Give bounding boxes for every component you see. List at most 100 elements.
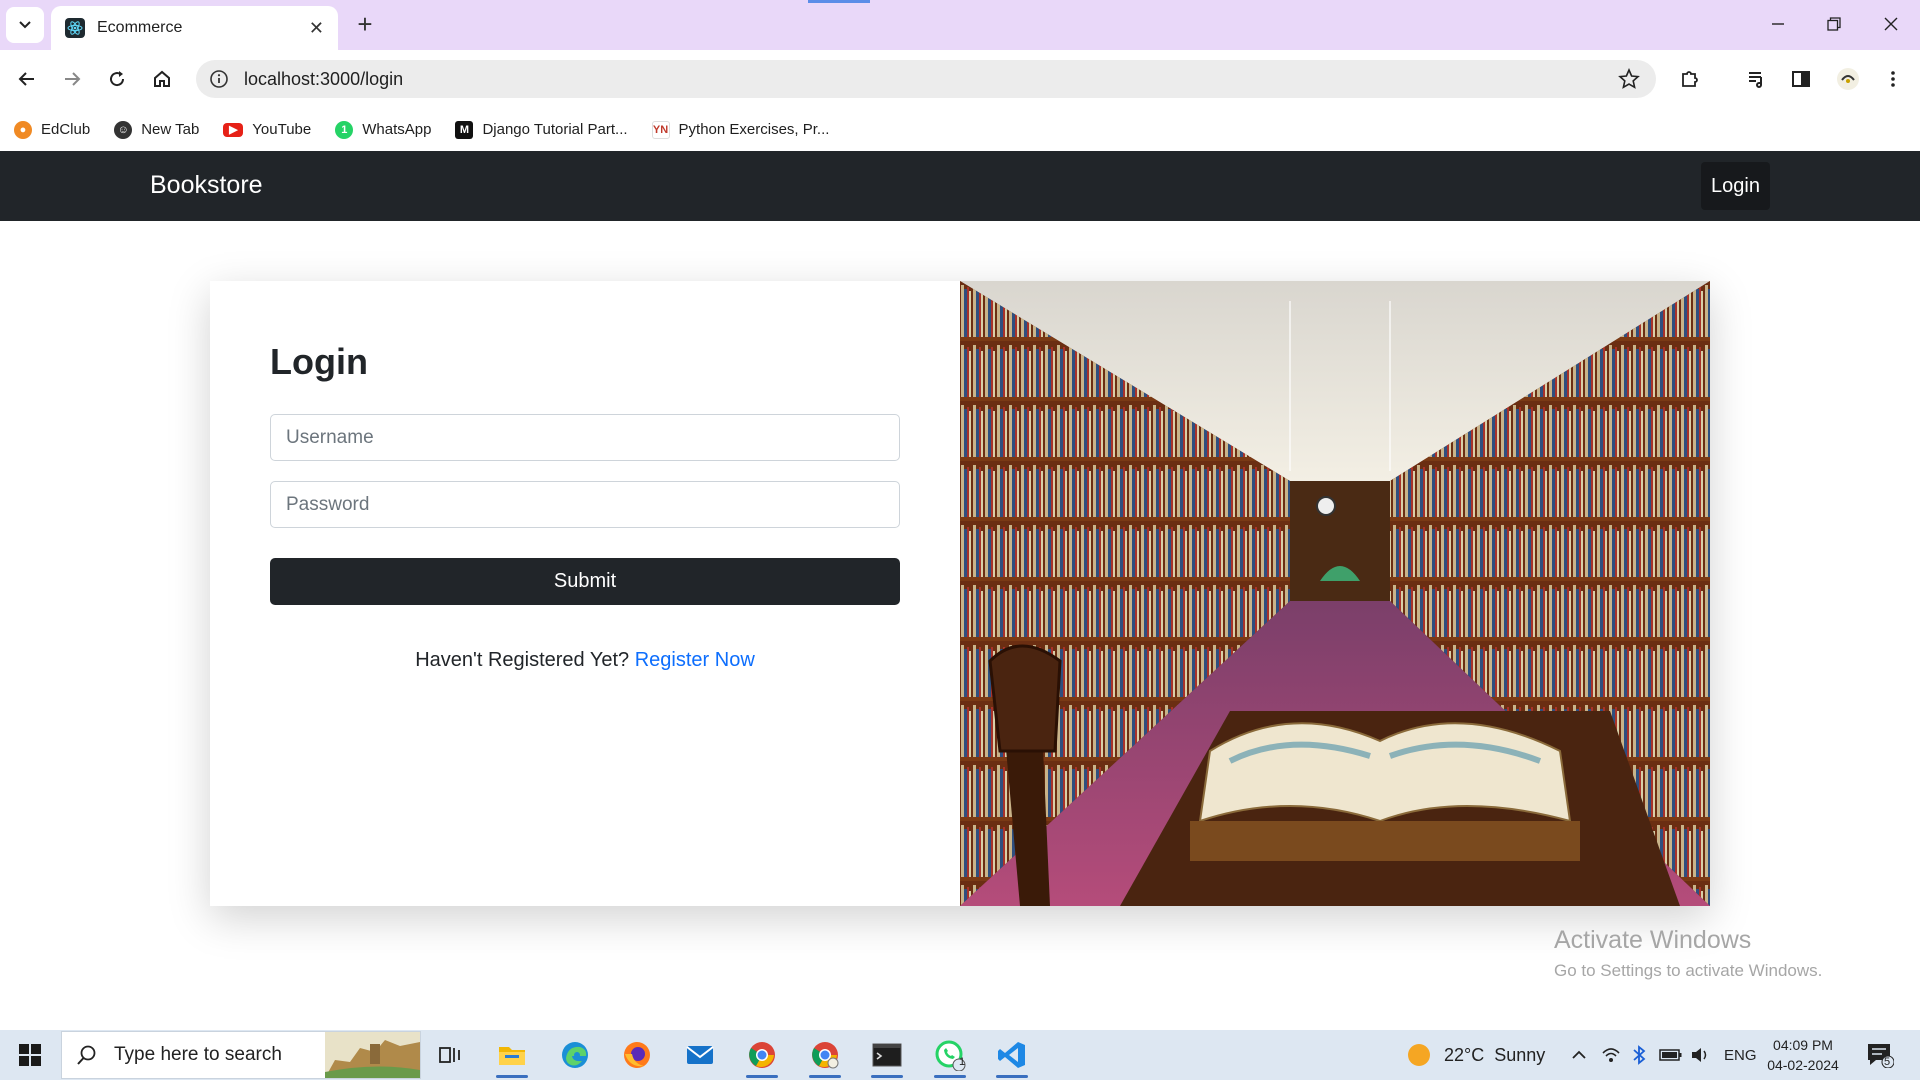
taskbar-file-explorer[interactable] [492, 1036, 532, 1078]
browser-menu-button[interactable] [1877, 63, 1909, 95]
arrow-right-icon [65, 72, 81, 86]
taskbar-edge[interactable] [555, 1036, 595, 1074]
weather-widget[interactable]: 22°C Sunny [1406, 1030, 1545, 1080]
windows-logo-icon [19, 1044, 41, 1066]
media-queue-icon [1749, 72, 1762, 88]
notification-count: 5 [1884, 1056, 1891, 1068]
brand-link[interactable]: Bookstore [150, 171, 263, 200]
media-controls-button[interactable] [1741, 63, 1773, 95]
back-button[interactable] [11, 63, 43, 95]
bookmark-whatsapp[interactable]: 1 WhatsApp [335, 120, 431, 139]
browser-tab-active[interactable]: Ecommerce ✕ [51, 6, 338, 50]
whatsapp-badge: 1 [959, 1056, 966, 1068]
chevron-down-icon [19, 21, 31, 29]
taskbar-terminal[interactable] [867, 1036, 907, 1078]
restore-icon [1827, 17, 1841, 31]
bookmark-new-tab[interactable]: ☺ New Tab [114, 120, 199, 139]
start-button[interactable] [0, 1030, 60, 1080]
weather-text: 22°C Sunny [1444, 1044, 1546, 1065]
home-button[interactable] [146, 63, 178, 95]
tab-title: Ecommerce [97, 19, 183, 36]
login-form-panel: Login Submit Haven't Registered Yet? Reg… [210, 281, 960, 906]
loading-indicator [808, 0, 870, 3]
restore-button[interactable] [1814, 8, 1854, 40]
bluetooth-icon [1633, 1045, 1646, 1065]
tab-search-button[interactable] [6, 7, 44, 43]
profile-avatar[interactable] [1832, 63, 1864, 95]
python-exercises-icon: YN [651, 120, 670, 139]
clock-date: 04-02-2024 [1767, 1057, 1839, 1073]
task-view-button[interactable] [430, 1036, 470, 1074]
web-page: Bookstore Login Login Submit Haven't Reg… [0, 151, 1920, 1030]
taskbar-vscode[interactable] [992, 1036, 1032, 1078]
login-card: Login Submit Haven't Registered Yet? Reg… [210, 281, 1710, 906]
sun-icon [1408, 1044, 1430, 1066]
activate-windows-watermark: Activate Windows Go to Settings to activ… [1554, 926, 1822, 981]
edge-icon [562, 1042, 588, 1068]
new-tab-button[interactable]: + [350, 9, 380, 39]
taskbar-chrome-2[interactable] [805, 1036, 845, 1078]
browser-tab-strip: Ecommerce ✕ + [0, 0, 1920, 50]
register-prompt: Haven't Registered Yet? Register Now [210, 649, 960, 672]
edclub-icon: ● [14, 120, 32, 139]
chrome-profile-icon [812, 1042, 839, 1069]
taskbar-whatsapp[interactable]: 1 [930, 1036, 970, 1078]
address-bar[interactable]: localhost:3000/login [196, 60, 1656, 98]
chevron-up-icon [1572, 1050, 1586, 1059]
library-image [960, 281, 1710, 906]
react-favicon-icon [65, 18, 85, 38]
mdn-icon: M [455, 120, 474, 139]
username-input[interactable] [270, 414, 900, 461]
youtube-icon: ▶ [223, 122, 244, 137]
close-window-button[interactable] [1871, 8, 1911, 40]
language-indicator[interactable]: ENG [1724, 1030, 1757, 1080]
notification-center-button[interactable]: 5 [1866, 1030, 1894, 1080]
forward-button[interactable] [56, 63, 88, 95]
tab-close-icon[interactable]: ✕ [309, 18, 324, 39]
bookmark-edclub[interactable]: ● EdClub [14, 120, 90, 139]
more-vertical-icon [1891, 71, 1895, 87]
extensions-button[interactable] [1674, 63, 1706, 95]
terminal-icon [872, 1043, 902, 1067]
minimize-icon [1772, 23, 1784, 25]
close-icon [1884, 17, 1898, 31]
register-prompt-text: Haven't Registered Yet? [415, 649, 630, 671]
password-input[interactable] [270, 481, 900, 528]
taskbar-mail[interactable] [680, 1036, 720, 1074]
speaker-icon [1692, 1048, 1707, 1062]
profile-icon [1837, 68, 1859, 90]
activate-subtitle: Go to Settings to activate Windows. [1554, 961, 1823, 980]
bookmark-star-icon[interactable] [1618, 67, 1640, 95]
mail-icon [686, 1046, 714, 1064]
bookmark-django-tutorial[interactable]: M Django Tutorial Part... [455, 120, 628, 139]
reload-button[interactable] [101, 63, 133, 95]
minimize-button[interactable] [1758, 8, 1798, 40]
puzzle-icon [1682, 71, 1698, 87]
bluetooth-status[interactable] [1632, 1030, 1646, 1080]
task-view-icon [439, 1047, 460, 1063]
search-icon [77, 1045, 96, 1065]
volume-status[interactable] [1690, 1030, 1712, 1080]
taskbar-search-box[interactable]: Type here to search [61, 1031, 421, 1079]
taskbar-firefox[interactable] [617, 1036, 657, 1074]
side-panel-button[interactable] [1785, 63, 1817, 95]
submit-button[interactable]: Submit [270, 558, 900, 605]
search-highlight-illustration-icon [325, 1032, 420, 1078]
battery-status[interactable] [1659, 1030, 1683, 1080]
network-status[interactable] [1601, 1030, 1621, 1080]
register-now-link[interactable]: Register Now [635, 649, 755, 671]
arrow-left-icon [18, 72, 34, 86]
vscode-icon [998, 1042, 1025, 1068]
taskbar-chrome-1[interactable] [742, 1036, 782, 1078]
site-info-icon[interactable] [208, 68, 230, 90]
bookmark-python-exercises[interactable]: YN Python Exercises, Pr... [651, 120, 829, 139]
library-illustration [960, 281, 1710, 906]
taskbar-clock[interactable]: 04:09 PM 04-02-2024 [1760, 1035, 1846, 1075]
bookmark-youtube[interactable]: ▶ YouTube [223, 121, 311, 138]
home-icon [154, 70, 170, 87]
reload-icon [110, 71, 125, 87]
search-placeholder: Type here to search [114, 1044, 282, 1065]
nav-login-link[interactable]: Login [1701, 162, 1770, 210]
windows-taskbar: Type here to search 1 22°C Sunny ENG 04:… [0, 1030, 1920, 1080]
show-hidden-icons-button[interactable] [1570, 1030, 1588, 1080]
